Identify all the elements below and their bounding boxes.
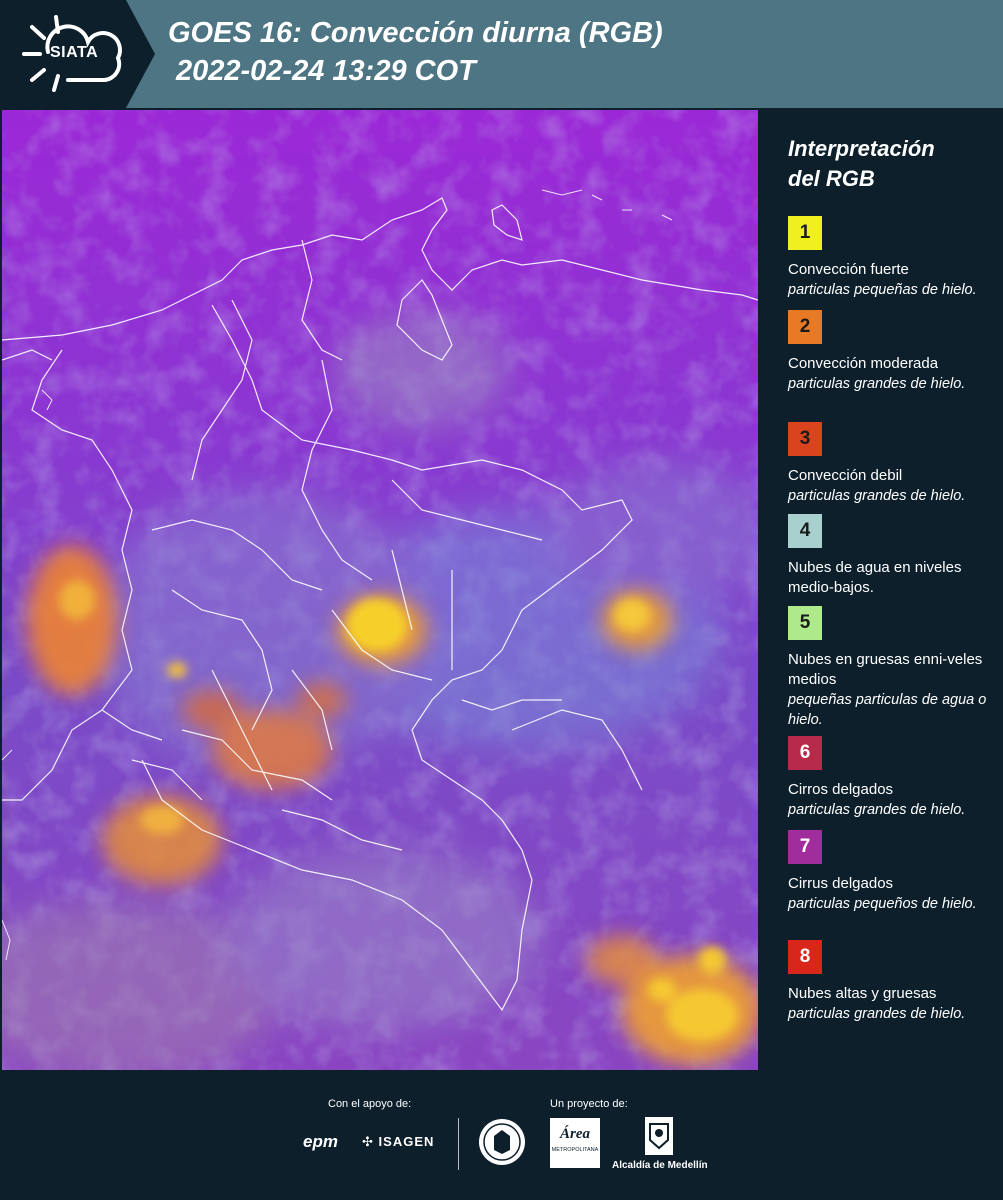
medellin-seal-icon [479,1119,525,1165]
isagen-icon: ✣ [362,1134,374,1149]
legend-title: Interpretación del RGB [788,134,997,194]
legend-swatch-1: 1 [788,216,822,250]
legend-item-title: Convección debil [788,467,903,484]
siata-logo: SIATA [0,0,155,108]
support-label: Con el apoyo de: [328,1098,412,1110]
isagen-text: ISAGEN [378,1134,435,1149]
legend-item-title: Convección moderada [788,355,939,372]
legend-item-sub: particulas pequeñas de hielo. [788,282,977,298]
legend-item-7: 7 Cirrus delgados particulas pequeños de… [788,830,988,914]
legend-item-6: 6 Cirros delgados particulas grandes de … [788,736,988,820]
legend-swatch-8: 8 [788,940,822,974]
isagen-logo: ✣ ISAGEN [362,1134,434,1150]
area-logo-text: Área [560,1126,590,1142]
legend-item-title: Nubes altas y gruesas [788,985,937,1002]
legend-item-4: 4 Nubes de agua en niveles medio-bajos. [788,514,988,598]
legend-swatch-4: 4 [788,514,822,548]
legend-title-line-1: Interpretación [788,136,935,161]
rgb-legend: Interpretación del RGB 1 Convección fuer… [772,110,997,1070]
legend-swatch-2: 2 [788,310,822,344]
satellite-image [2,110,758,1070]
legend-item-sub: particulas pequeños de hielo. [788,896,977,912]
legend-item-3: 3 Convección debil particulas grandes de… [788,422,988,506]
epm-logo: epm [303,1132,338,1151]
page-title: GOES 16: Convección diurna (RGB) 2022-02… [168,14,663,90]
title-line-1: GOES 16: Convección diurna (RGB) [168,17,663,49]
header-bar: SIATA GOES 16: Convección diurna (RGB) 2… [0,0,1003,108]
legend-swatch-7: 7 [788,830,822,864]
legend-item-sub: particulas grandes de hielo. [788,376,966,392]
area-logo-sub: METROPOLITANA [551,1147,599,1153]
legend-swatch-5: 5 [788,606,822,640]
satellite-map [2,110,758,1070]
legend-item-title: Cirrus delgados [788,875,894,892]
legend-item-sub: pequeñas particulas de agua o hielo. [788,692,987,728]
legend-item-8: 8 Nubes altas y gruesas particulas grand… [788,940,988,1024]
legend-item-title: Cirros delgados [788,781,894,798]
legend-item-5: 5 Nubes en gruesas enni-veles medios peq… [788,606,988,730]
legend-swatch-6: 6 [788,736,822,770]
legend-item-sub: particulas grandes de hielo. [788,802,966,818]
alcaldia-label: Alcaldía de Medellín [612,1160,708,1171]
legend-item-1: 1 Convección fuerte particulas pequeñas … [788,216,988,300]
legend-item-sub: particulas grandes de hielo. [788,1006,966,1022]
legend-item-title: Convección fuerte [788,261,909,278]
siata-logo-text: SIATA [50,44,99,61]
project-label: Un proyecto de: [550,1098,628,1110]
title-line-2: 2022-02-24 13:29 COT [176,55,476,87]
legend-title-line-2: del RGB [788,166,875,191]
legend-item-2: 2 Convección moderada particulas grandes… [788,310,988,394]
legend-swatch-3: 3 [788,422,822,456]
legend-item-title: Nubes en gruesas enni-veles medios [788,651,983,688]
legend-item-sub: particulas grandes de hielo. [788,488,966,504]
legend-item-title: Nubes de agua en niveles medio-bajos. [788,559,962,596]
footer: Con el apoyo de: Un proyecto de: epm ✣ I… [0,1070,1003,1200]
area-metropolitana-logo: Área METROPOLITANA [550,1118,600,1168]
alcaldia-shield-icon [645,1117,673,1155]
footer-divider [458,1118,459,1170]
